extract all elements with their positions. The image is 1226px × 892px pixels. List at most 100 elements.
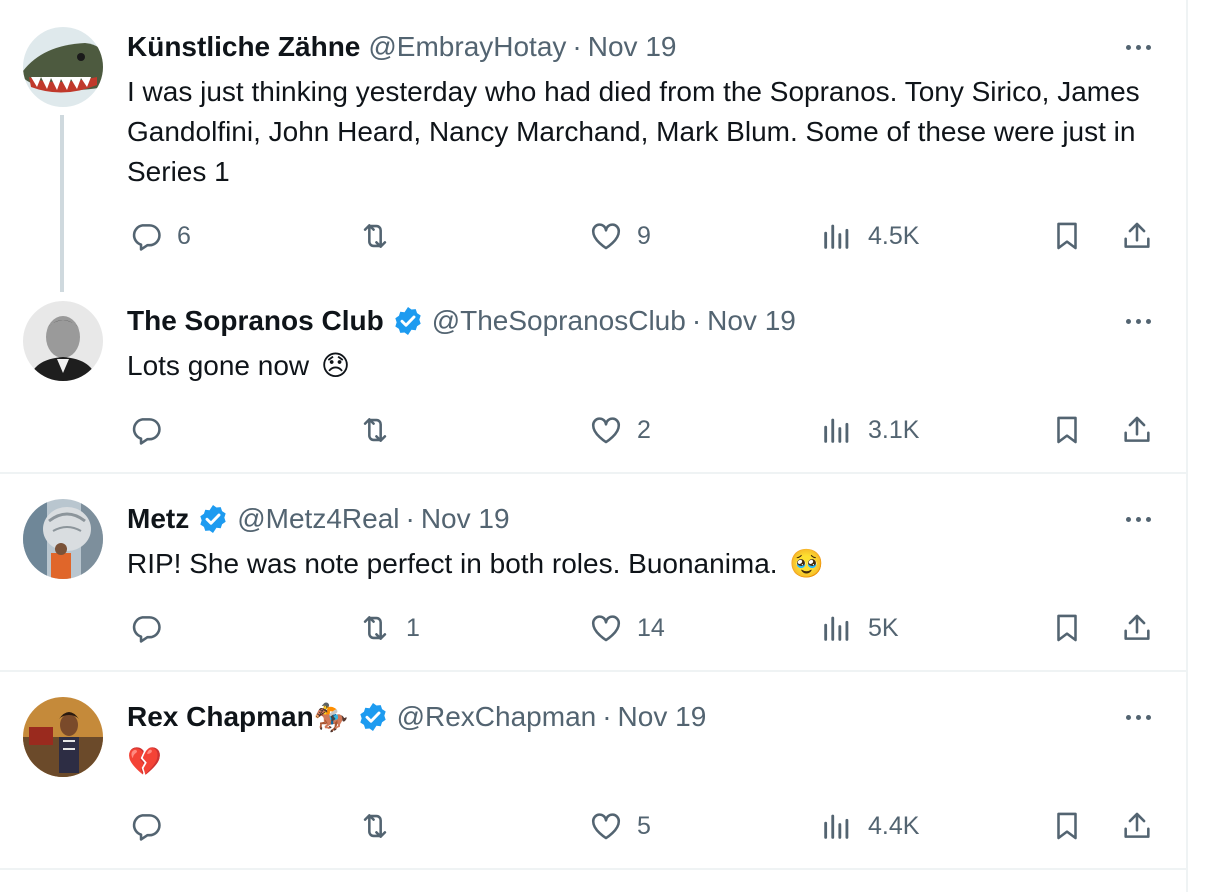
user-handle[interactable]: @TheSopranosClub <box>432 305 686 337</box>
share-icon <box>1124 416 1150 442</box>
view-count: 3.1K <box>868 415 920 444</box>
bookmark-button[interactable] <box>1050 806 1084 846</box>
tweet-actions: 2 3.1K <box>0 410 1186 450</box>
like-count: 2 <box>637 415 651 444</box>
avatar[interactable] <box>23 27 103 107</box>
retweet-icon <box>363 224 387 248</box>
name-emoji: 🏇 <box>313 701 349 733</box>
retweet-button[interactable]: 1 <box>358 608 420 648</box>
user-handle[interactable]: @EmbrayHotay <box>368 31 566 63</box>
tweet-actions: 1 14 5K <box>0 608 1186 648</box>
retweet-button[interactable] <box>358 216 406 256</box>
reply-count: 6 <box>177 221 191 250</box>
view-count: 5K <box>868 613 899 642</box>
like-button[interactable]: 9 <box>589 216 651 256</box>
tweet-date[interactable]: Nov 19 <box>618 701 707 733</box>
reply-button[interactable] <box>129 608 177 648</box>
reply-button[interactable] <box>129 806 177 846</box>
tweet-date[interactable]: Nov 19 <box>707 305 796 337</box>
bookmark-button[interactable] <box>1050 608 1084 648</box>
tweet-date[interactable]: Nov 19 <box>588 31 677 63</box>
views-icon <box>824 814 849 839</box>
separator-dot: · <box>602 701 612 732</box>
reply-button[interactable] <box>129 410 177 450</box>
bookmark-icon <box>1057 614 1077 642</box>
reply-icon <box>132 418 161 445</box>
retweet-button[interactable] <box>358 410 406 450</box>
tweet-text: I was just thinking yesterday who had di… <box>127 76 1140 187</box>
emoji: 💔 <box>127 746 162 777</box>
views-button[interactable]: 4.5K <box>820 216 919 256</box>
retweet-count: 1 <box>406 613 420 642</box>
views-button[interactable]: 3.1K <box>820 410 919 450</box>
share-button[interactable] <box>1120 410 1154 450</box>
bookmark-button[interactable] <box>1050 216 1084 256</box>
tweet[interactable]: Rex Chapman 🏇 @RexChapman · Nov 19 💔 5 4… <box>0 672 1186 870</box>
bookmark-icon <box>1057 222 1077 250</box>
share-icon <box>1124 812 1150 838</box>
more-icon[interactable] <box>1118 707 1158 727</box>
timeline-border <box>1186 0 1188 892</box>
verified-badge-icon <box>395 307 421 335</box>
avatar[interactable] <box>23 697 103 777</box>
tweet-actions: 6 9 4.5K <box>0 216 1186 256</box>
avatar[interactable] <box>23 499 103 579</box>
like-button[interactable]: 2 <box>589 410 651 450</box>
display-name[interactable]: Künstliche Zähne <box>127 31 360 63</box>
display-name[interactable]: Metz <box>127 503 189 535</box>
share-button[interactable] <box>1120 216 1154 256</box>
tweet-header: The Sopranos Club @TheSopranosClub · Nov… <box>127 301 796 341</box>
display-name[interactable]: The Sopranos Club <box>127 305 384 337</box>
tweet[interactable]: Metz @Metz4Real · Nov 19 RIP! She was no… <box>0 474 1186 672</box>
retweet-icon <box>363 616 387 640</box>
tweet-text-container: RIP! She was note perfect in both roles.… <box>127 544 1167 584</box>
tweet-header: Metz @Metz4Real · Nov 19 <box>127 499 510 539</box>
tweet-text-container: 💔 <box>127 742 1167 782</box>
display-name[interactable]: Rex Chapman <box>127 701 314 733</box>
like-icon <box>591 813 621 840</box>
user-handle[interactable]: @Metz4Real <box>237 503 399 535</box>
more-icon[interactable] <box>1118 311 1158 331</box>
share-icon <box>1124 614 1150 640</box>
tweet-actions: 5 4.4K <box>0 806 1186 846</box>
share-button[interactable] <box>1120 608 1154 648</box>
share-button[interactable] <box>1120 806 1154 846</box>
views-icon <box>824 418 849 443</box>
tweet-text: RIP! She was note perfect in both roles.… <box>127 548 778 579</box>
like-icon <box>591 615 621 642</box>
more-icon[interactable] <box>1118 37 1158 57</box>
avatar[interactable] <box>23 301 103 381</box>
reply-icon <box>132 814 161 841</box>
like-count: 14 <box>637 613 665 642</box>
tweet[interactable]: Künstliche Zähne @EmbrayHotay · Nov 19 I… <box>0 0 1186 296</box>
view-count: 4.4K <box>868 811 920 840</box>
like-count: 9 <box>637 221 651 250</box>
tweet[interactable]: The Sopranos Club @TheSopranosClub · Nov… <box>0 296 1186 474</box>
more-icon[interactable] <box>1118 509 1158 529</box>
tweet-date[interactable]: Nov 19 <box>421 503 510 535</box>
views-button[interactable]: 5K <box>820 608 899 648</box>
user-handle[interactable]: @RexChapman <box>397 701 597 733</box>
retweet-icon <box>363 814 387 838</box>
retweet-button[interactable] <box>358 806 406 846</box>
tweet-header: Künstliche Zähne @EmbrayHotay · Nov 19 <box>127 27 676 67</box>
reply-button[interactable]: 6 <box>129 216 191 256</box>
emoji: 🥹 <box>789 548 825 579</box>
separator-dot: · <box>405 503 415 534</box>
views-button[interactable]: 4.4K <box>820 806 919 846</box>
like-count: 5 <box>637 811 651 840</box>
share-icon <box>1124 222 1150 248</box>
tweet-header: Rex Chapman 🏇 @RexChapman · Nov 19 <box>127 697 706 737</box>
like-icon <box>591 417 621 444</box>
bookmark-icon <box>1057 416 1077 444</box>
reply-icon <box>132 616 161 643</box>
like-button[interactable]: 14 <box>589 608 665 648</box>
reply-icon <box>132 224 161 251</box>
tweet-text: Lots gone now <box>127 350 310 381</box>
like-button[interactable]: 5 <box>589 806 651 846</box>
thread-connector <box>60 115 64 292</box>
verified-badge-icon <box>359 703 386 731</box>
bookmark-button[interactable] <box>1050 410 1084 450</box>
verified-badge-icon <box>200 505 226 533</box>
separator-dot: · <box>691 305 702 336</box>
